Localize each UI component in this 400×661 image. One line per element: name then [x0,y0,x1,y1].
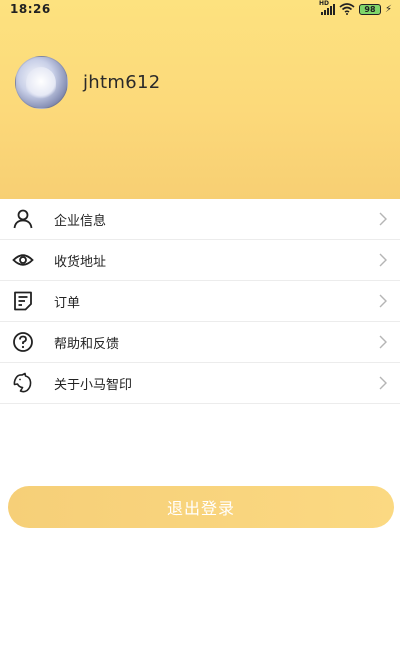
help-circle-icon [13,332,33,352]
order-list-icon [14,291,32,311]
avatar[interactable] [15,56,68,109]
wifi-icon [339,3,355,15]
menu-item-label: 订单 [54,295,81,311]
menu-item-label: 关于小马智印 [54,377,133,393]
menu-item-orders[interactable]: 订单 [0,281,400,322]
chevron-right-icon [379,253,387,267]
charging-icon: ⚡ [384,3,392,15]
profile-header: 18:26 HD 98 ⚡ jhtm612 [0,0,400,199]
menu-item-label: 帮助和反馈 [54,336,120,352]
person-icon [13,209,33,229]
status-bar: 18:26 HD 98 ⚡ [0,0,400,18]
chevron-right-icon [379,212,387,226]
menu-item-label: 收货地址 [54,254,107,270]
menu-item-about[interactable]: 关于小马智印 [0,363,400,404]
chevron-right-icon [379,335,387,349]
status-time: 18:26 [10,2,51,16]
menu-item-company-info[interactable]: 企业信息 [0,199,400,240]
chevron-right-icon [379,294,387,308]
network-type-label: HD [318,0,329,7]
menu-item-shipping-address[interactable]: 收货地址 [0,240,400,281]
menu-item-label: 企业信息 [54,213,107,229]
signal-icon: HD [319,0,335,15]
menu-item-help-feedback[interactable]: 帮助和反馈 [0,322,400,363]
username: jhtm612 [83,72,161,93]
chevron-right-icon [379,376,387,390]
logout-button[interactable]: 退出登录 [8,486,394,528]
battery-icon: 98 [358,3,381,15]
settings-menu: 企业信息 收货地址 订单 帮助和反馈 关于小马智印 [0,199,400,404]
eye-icon [12,254,34,266]
horse-logo-icon [13,372,32,393]
profile-info[interactable]: jhtm612 [15,56,160,109]
status-icons: HD 98 ⚡ [319,0,392,15]
